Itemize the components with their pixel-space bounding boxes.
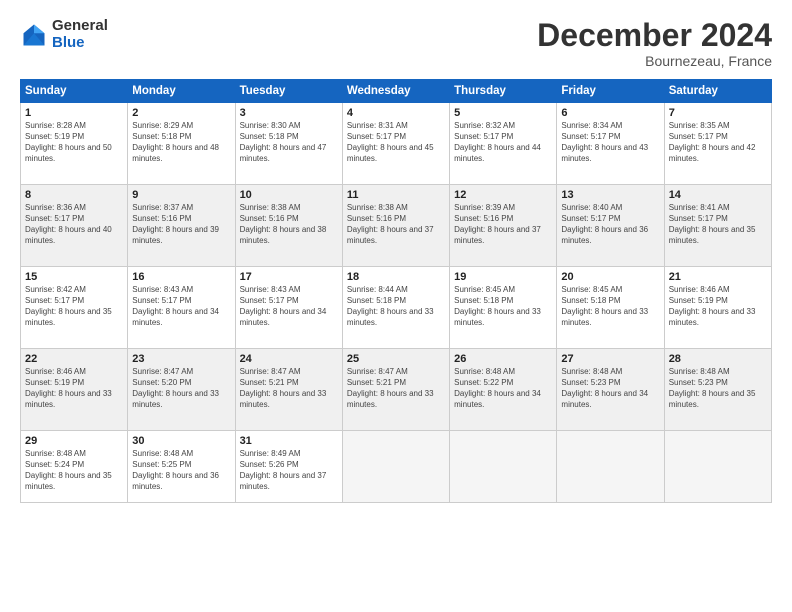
table-row bbox=[557, 431, 664, 503]
header-saturday: Saturday bbox=[664, 80, 771, 103]
table-row: 17Sunrise: 8:43 AMSunset: 5:17 PMDayligh… bbox=[235, 267, 342, 349]
table-row: 26Sunrise: 8:48 AMSunset: 5:22 PMDayligh… bbox=[450, 349, 557, 431]
location: Bournezeau, France bbox=[537, 53, 772, 69]
header: General Blue December 2024 Bournezeau, F… bbox=[20, 18, 772, 69]
table-row: 31Sunrise: 8:49 AMSunset: 5:26 PMDayligh… bbox=[235, 431, 342, 503]
table-row: 21Sunrise: 8:46 AMSunset: 5:19 PMDayligh… bbox=[664, 267, 771, 349]
table-row bbox=[664, 431, 771, 503]
calendar-header-row: Sunday Monday Tuesday Wednesday Thursday… bbox=[21, 80, 772, 103]
table-row: 2Sunrise: 8:29 AMSunset: 5:18 PMDaylight… bbox=[128, 103, 235, 185]
table-row: 18Sunrise: 8:44 AMSunset: 5:18 PMDayligh… bbox=[342, 267, 449, 349]
table-row: 10Sunrise: 8:38 AMSunset: 5:16 PMDayligh… bbox=[235, 185, 342, 267]
table-row: 12Sunrise: 8:39 AMSunset: 5:16 PMDayligh… bbox=[450, 185, 557, 267]
table-row: 5Sunrise: 8:32 AMSunset: 5:17 PMDaylight… bbox=[450, 103, 557, 185]
header-sunday: Sunday bbox=[21, 80, 128, 103]
logo-icon bbox=[20, 21, 48, 49]
header-thursday: Thursday bbox=[450, 80, 557, 103]
table-row: 24Sunrise: 8:47 AMSunset: 5:21 PMDayligh… bbox=[235, 349, 342, 431]
header-wednesday: Wednesday bbox=[342, 80, 449, 103]
table-row: 22Sunrise: 8:46 AMSunset: 5:19 PMDayligh… bbox=[21, 349, 128, 431]
table-row: 16Sunrise: 8:43 AMSunset: 5:17 PMDayligh… bbox=[128, 267, 235, 349]
logo: General Blue bbox=[20, 18, 108, 51]
table-row: 8Sunrise: 8:36 AMSunset: 5:17 PMDaylight… bbox=[21, 185, 128, 267]
page: General Blue December 2024 Bournezeau, F… bbox=[0, 0, 792, 612]
logo-text: General Blue bbox=[52, 18, 108, 51]
table-row: 25Sunrise: 8:47 AMSunset: 5:21 PMDayligh… bbox=[342, 349, 449, 431]
logo-general-text: General bbox=[52, 18, 108, 35]
table-row: 15Sunrise: 8:42 AMSunset: 5:17 PMDayligh… bbox=[21, 267, 128, 349]
month-title: December 2024 bbox=[537, 18, 772, 53]
table-row: 9Sunrise: 8:37 AMSunset: 5:16 PMDaylight… bbox=[128, 185, 235, 267]
table-row: 1Sunrise: 8:28 AMSunset: 5:19 PMDaylight… bbox=[21, 103, 128, 185]
table-row: 6Sunrise: 8:34 AMSunset: 5:17 PMDaylight… bbox=[557, 103, 664, 185]
header-friday: Friday bbox=[557, 80, 664, 103]
table-row: 3Sunrise: 8:30 AMSunset: 5:18 PMDaylight… bbox=[235, 103, 342, 185]
table-row: 23Sunrise: 8:47 AMSunset: 5:20 PMDayligh… bbox=[128, 349, 235, 431]
table-row: 11Sunrise: 8:38 AMSunset: 5:16 PMDayligh… bbox=[342, 185, 449, 267]
table-row: 27Sunrise: 8:48 AMSunset: 5:23 PMDayligh… bbox=[557, 349, 664, 431]
header-monday: Monday bbox=[128, 80, 235, 103]
table-row: 30Sunrise: 8:48 AMSunset: 5:25 PMDayligh… bbox=[128, 431, 235, 503]
table-row: 28Sunrise: 8:48 AMSunset: 5:23 PMDayligh… bbox=[664, 349, 771, 431]
calendar-week-row: 22Sunrise: 8:46 AMSunset: 5:19 PMDayligh… bbox=[21, 349, 772, 431]
table-row bbox=[342, 431, 449, 503]
table-row: 19Sunrise: 8:45 AMSunset: 5:18 PMDayligh… bbox=[450, 267, 557, 349]
calendar-week-row: 1Sunrise: 8:28 AMSunset: 5:19 PMDaylight… bbox=[21, 103, 772, 185]
calendar-week-row: 8Sunrise: 8:36 AMSunset: 5:17 PMDaylight… bbox=[21, 185, 772, 267]
table-row bbox=[450, 431, 557, 503]
logo-blue-text: Blue bbox=[52, 35, 108, 52]
table-row: 29Sunrise: 8:48 AMSunset: 5:24 PMDayligh… bbox=[21, 431, 128, 503]
calendar-week-row: 29Sunrise: 8:48 AMSunset: 5:24 PMDayligh… bbox=[21, 431, 772, 503]
table-row: 20Sunrise: 8:45 AMSunset: 5:18 PMDayligh… bbox=[557, 267, 664, 349]
calendar-week-row: 15Sunrise: 8:42 AMSunset: 5:17 PMDayligh… bbox=[21, 267, 772, 349]
table-row: 7Sunrise: 8:35 AMSunset: 5:17 PMDaylight… bbox=[664, 103, 771, 185]
title-block: December 2024 Bournezeau, France bbox=[537, 18, 772, 69]
table-row: 13Sunrise: 8:40 AMSunset: 5:17 PMDayligh… bbox=[557, 185, 664, 267]
table-row: 14Sunrise: 8:41 AMSunset: 5:17 PMDayligh… bbox=[664, 185, 771, 267]
header-tuesday: Tuesday bbox=[235, 80, 342, 103]
calendar-table: Sunday Monday Tuesday Wednesday Thursday… bbox=[20, 79, 772, 503]
table-row: 4Sunrise: 8:31 AMSunset: 5:17 PMDaylight… bbox=[342, 103, 449, 185]
